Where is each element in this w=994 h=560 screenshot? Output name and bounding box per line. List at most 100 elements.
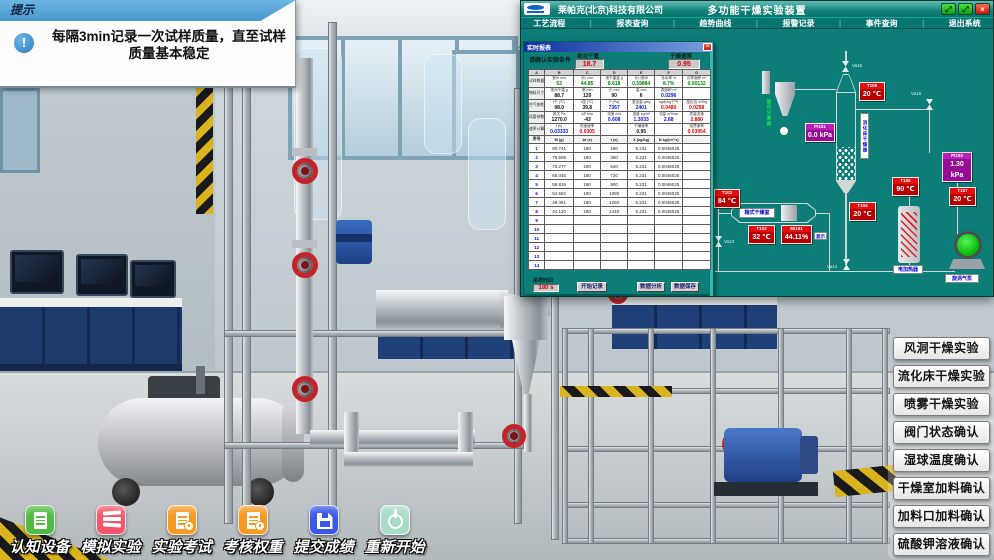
menu-item-4[interactable]: 事件查询 <box>866 18 898 29</box>
valve-wheel[interactable] <box>502 424 526 448</box>
menu-item-5[interactable]: 退出系统 <box>949 18 981 29</box>
table-cell: 180 <box>574 207 601 216</box>
report-button-1[interactable]: 数据分析 <box>637 282 665 292</box>
table-cell: 5.231 <box>628 144 655 153</box>
data-row: 749.35118012605.2310.0046025 <box>529 198 711 207</box>
table-cell: 900 <box>601 180 628 189</box>
param-cell: 宽W mm53 <box>545 76 574 88</box>
list-header: M (g) <box>545 136 574 144</box>
display-T107: T10720 ℃ <box>949 187 976 206</box>
funnel-body <box>504 296 548 340</box>
right-button-1[interactable]: 流化床干燥实验 <box>893 365 990 388</box>
table-cell: 720 <box>601 171 628 180</box>
menu-item-2[interactable]: 趋势曲线 <box>699 18 731 29</box>
valve-wheel[interactable] <box>292 376 318 402</box>
report-button-2[interactable]: 数据保存 <box>671 282 699 292</box>
table-cell <box>545 216 574 225</box>
valve-wheel[interactable] <box>292 158 318 184</box>
param-cell <box>601 124 628 136</box>
table-cell <box>628 225 655 234</box>
pipe-line <box>795 89 836 90</box>
valve-label: Va16 <box>911 91 921 96</box>
doc-icon <box>25 505 55 535</box>
menu-item-3[interactable]: 报警记录 <box>782 18 814 29</box>
boxdryer-drum <box>781 205 797 221</box>
window <box>0 88 40 173</box>
table-cell <box>545 252 574 261</box>
right-button-2[interactable]: 喷雾干燥实验 <box>893 393 990 416</box>
toolbar-item-4[interactable]: 提交成绩 <box>288 505 359 560</box>
list-header: Δt (s) <box>574 136 601 144</box>
toolbar-label: 模拟实验 <box>80 536 140 557</box>
table-cell: 0.0046025 <box>655 171 683 180</box>
table-cell: 180 <box>574 189 601 198</box>
display-PI101: PI1010.0 kPa <box>805 123 835 142</box>
paper-line <box>36 523 45 525</box>
param-cell: 流量 m³/min2.68 <box>655 112 683 124</box>
pipe-flange <box>292 148 317 156</box>
toolbar-item-1[interactable]: 模拟实验 <box>75 505 146 560</box>
pump-band <box>336 234 372 242</box>
table-cell: 2 <box>529 153 545 162</box>
right-button-4[interactable]: 湿球温度确认 <box>893 449 990 472</box>
frame-bar <box>224 54 233 524</box>
param-cell: t湿 (℃)39.8 <box>574 100 601 112</box>
param-row: 空气物性t干 (℃)98.0t湿 (℃)39.8P (Pa)7367湿含量 g/… <box>529 100 711 112</box>
table-cell: 5.231 <box>628 189 655 198</box>
table-cell: 12 <box>529 243 545 252</box>
menu-item-1[interactable]: 报表查询 <box>616 18 648 29</box>
param-cell <box>683 88 711 100</box>
show-button[interactable]: 显示 <box>814 232 827 240</box>
application-window: 风洞干燥实验流化床干燥实验喷雾干燥实验阀门状态确认湿球温度确认干燥室加料确认加料… <box>0 0 994 560</box>
table-cell: 5.231 <box>628 171 655 180</box>
list-header: N kg/(m²·s) <box>655 136 683 144</box>
param-cell: 干燥速率0.95 <box>628 124 655 136</box>
table-cell: 59.816 <box>545 180 574 189</box>
right-button-5[interactable]: 干燥室加料确认 <box>893 477 990 500</box>
desk-top <box>0 298 182 307</box>
right-button-0[interactable]: 风洞干燥实验 <box>893 337 990 360</box>
param-cell <box>655 124 683 136</box>
toolbar-item-5[interactable]: 重新开始 <box>359 505 430 560</box>
param-cell: 流速 m/s0.608 <box>601 112 628 124</box>
paper-line <box>178 516 187 518</box>
data-row: 9 <box>529 216 711 225</box>
valve-wheel[interactable] <box>292 252 318 278</box>
particles <box>837 147 855 180</box>
paper-line <box>249 520 258 522</box>
pipe-line <box>718 213 731 214</box>
table-cell <box>601 216 628 225</box>
frame-bar <box>562 502 890 508</box>
menu-separator: | <box>839 19 841 28</box>
report-close-button[interactable]: × <box>703 43 712 51</box>
paper-line <box>36 520 45 522</box>
compressor-pipe <box>196 366 205 394</box>
monitor-screen <box>15 255 59 282</box>
bottom-toolbar: 认知设备模拟实验实验考试考核权重提交成绩重新开始 <box>4 505 434 560</box>
table-cell: 5.231 <box>628 153 655 162</box>
table-cell: 13 <box>529 252 545 261</box>
paper-shape <box>34 512 47 529</box>
table-cell <box>683 243 711 252</box>
right-button-7[interactable]: 硫酸钾溶液确认 <box>893 533 990 556</box>
toolbar-item-2[interactable]: 实验考试 <box>146 505 217 560</box>
param-row: 试样数据宽W mm53长L mm44.85绝干重量 g8.618长L/宽W0.5… <box>529 76 711 88</box>
table-cell: 0.0046025 <box>655 144 683 153</box>
table-cell <box>628 216 655 225</box>
toolbar-item-3[interactable]: 考核权重 <box>217 505 288 560</box>
table-cell <box>655 252 683 261</box>
right-button-6[interactable]: 加料口加料确认 <box>893 505 990 528</box>
report-button-0[interactable]: 开始记录 <box>577 282 607 292</box>
menu-item-0[interactable]: 工艺流程 <box>533 18 565 29</box>
table-cell <box>655 261 683 270</box>
pipe <box>310 430 475 446</box>
right-button-3[interactable]: 阀门状态确认 <box>893 421 990 444</box>
data-row: 12 <box>529 243 711 252</box>
table-cell: 1260 <box>601 198 628 207</box>
table-cell: 0.0046025 <box>655 189 683 198</box>
frame-bar <box>562 328 890 334</box>
table-cell: 7 <box>529 198 545 207</box>
toolbar-item-0[interactable]: 认知设备 <box>4 505 75 560</box>
table-cell: 0.0046025 <box>655 198 683 207</box>
table-cell: 10 <box>529 225 545 234</box>
